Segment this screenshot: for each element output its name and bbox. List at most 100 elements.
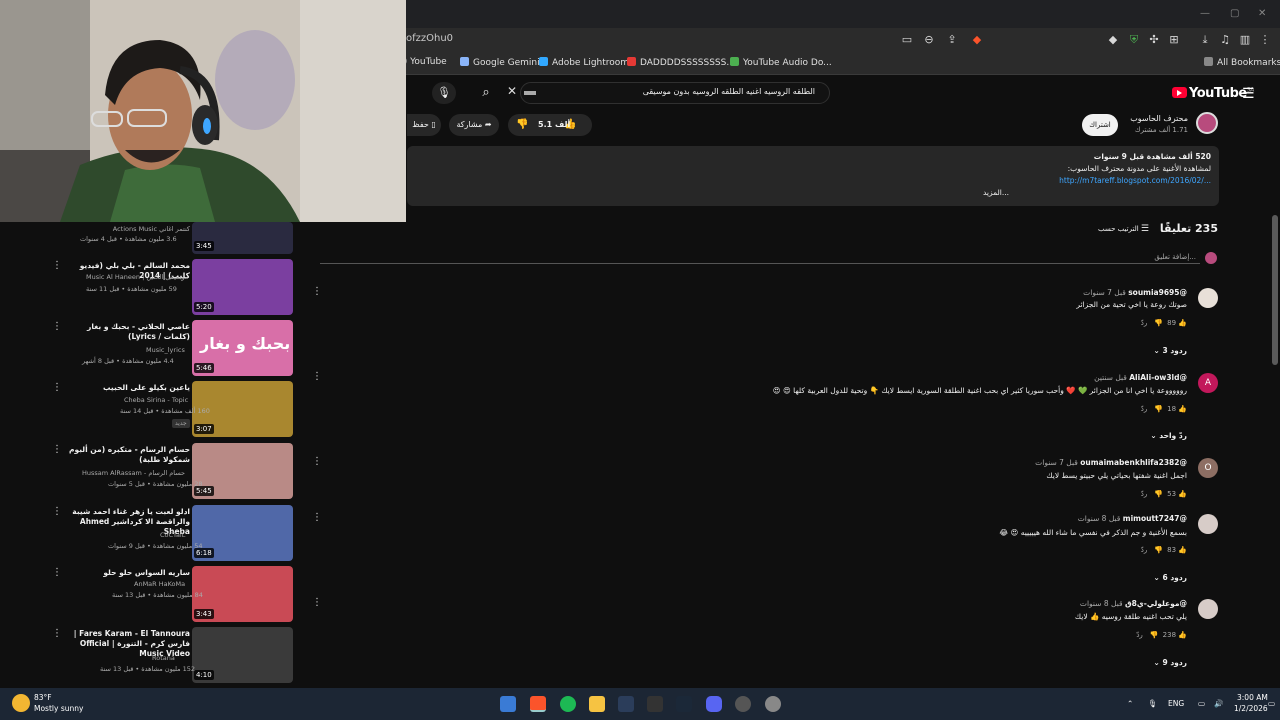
video-menu-icon[interactable]: ⋮	[52, 444, 62, 455]
file-explorer-icon[interactable]	[589, 696, 605, 712]
keyboard-icon[interactable]	[524, 91, 536, 95]
comment-like-icon[interactable]: 👍	[1178, 405, 1187, 413]
weather-sun-icon[interactable]	[12, 694, 30, 712]
comment-avatar[interactable]	[1198, 599, 1218, 619]
reply-button[interactable]: ردّ	[1141, 490, 1148, 498]
save-button[interactable]: حفظ ▯	[407, 114, 441, 136]
page-scrollbar[interactable]	[1272, 215, 1278, 365]
video-channel[interactable]: Cheba Sirina - Topic	[124, 396, 188, 404]
comment-dislike-icon[interactable]: 👎	[1154, 546, 1163, 554]
video-thumbnail[interactable]: 3:45	[192, 222, 293, 254]
comment-menu-icon[interactable]: ⋮	[312, 512, 322, 523]
description-link[interactable]: http://m7tareff.blogspot.com/2016/02/...	[1059, 176, 1211, 185]
dislike-icon[interactable]: 👎	[516, 114, 528, 136]
comment-author[interactable]: @oumaimabenkhlifa2382	[1080, 458, 1187, 467]
comment-avatar[interactable]: O	[1198, 458, 1218, 478]
tray-mic-icon[interactable]: 🎙	[1148, 699, 1158, 708]
settings-gear-icon[interactable]	[765, 696, 781, 712]
share-page-icon[interactable]: ⇪	[945, 33, 959, 47]
search-box[interactable]: الطلقه الروسيه اغنيه الطلقه الروسيه بدون…	[520, 82, 830, 104]
reply-button[interactable]: ردّ	[1136, 631, 1143, 639]
video-thumbnail[interactable]: 5:45	[192, 443, 293, 499]
video-channel[interactable]: AnMaR HaKoMa	[134, 580, 185, 588]
description-box[interactable]: 520 ألف مشاهدة قبل 9 سنوات لمشاهدة الأغن…	[407, 146, 1219, 206]
video-menu-icon[interactable]: ⋮	[52, 321, 62, 332]
channel-avatar[interactable]	[1196, 112, 1218, 134]
video-channel[interactable]: موسيقى الحنين | Music Al Haneen	[86, 273, 188, 281]
video-thumbnail[interactable]: 3:43	[192, 566, 293, 622]
bookmark-audio[interactable]: YouTube Audio Do...	[730, 57, 832, 68]
comment-menu-icon[interactable]: ⋮	[312, 371, 322, 382]
notifications-icon[interactable]: ▭	[1268, 699, 1275, 708]
video-menu-icon[interactable]: ⋮	[52, 382, 62, 393]
address-bar-url[interactable]: ofzzOhu0	[406, 33, 453, 44]
video-title[interactable]: ساريه السواس حلو حلو	[60, 568, 190, 578]
minimize-icon[interactable]: —	[1200, 8, 1210, 19]
video-thumbnail[interactable]: 6:18	[192, 505, 293, 561]
comment-avatar[interactable]	[1198, 514, 1218, 534]
guide-menu-icon[interactable]: ☰	[1242, 86, 1255, 102]
bookmark-gemini[interactable]: Google Gemini	[460, 57, 540, 68]
volume-icon[interactable]: 🔊	[1214, 699, 1223, 708]
video-thumbnail[interactable]: 5:20	[192, 259, 293, 315]
video-title[interactable]: عاصي الحلاني - بحبك و بغار (كلمات / Lyri…	[60, 322, 190, 342]
comment-dislike-icon[interactable]: 👎	[1154, 319, 1163, 327]
reply-button[interactable]: ردّ	[1141, 405, 1148, 413]
video-menu-icon[interactable]: ⋮	[52, 260, 62, 271]
subscribe-button[interactable]: اشتراك	[1082, 114, 1118, 136]
comment-menu-icon[interactable]: ⋮	[312, 286, 322, 297]
video-menu-icon[interactable]: ⋮	[52, 506, 62, 517]
comment-avatar[interactable]: A	[1198, 373, 1218, 393]
video-channel[interactable]: حسام الرسام - Hussam AlRassam	[82, 469, 185, 477]
video-menu-icon[interactable]: ⋮	[52, 628, 62, 639]
tab-search-icon[interactable]: ⊞	[1167, 33, 1181, 47]
comment-author[interactable]: @soumia9695	[1128, 288, 1187, 297]
davinci-resolve-icon[interactable]	[618, 696, 634, 712]
search-input[interactable]: الطلقه الروسيه اغنيه الطلقه الروسيه بدون…	[643, 87, 815, 96]
bookmark-lightroom[interactable]: Adobe Lightroom	[539, 57, 629, 68]
weather-temp[interactable]: 83°F	[34, 693, 52, 702]
comment-time[interactable]: قبل سنتين	[1094, 373, 1127, 382]
video-channel[interactable]: CoCTaiL	[160, 531, 185, 539]
spotify-app-icon[interactable]	[560, 696, 576, 712]
start-icon[interactable]	[500, 696, 516, 712]
comment-time[interactable]: قبل 8 سنوات	[1080, 599, 1123, 608]
clear-search-icon[interactable]: ✕	[507, 84, 517, 98]
search-button[interactable]: ⌕	[472, 82, 500, 104]
comment-dislike-icon[interactable]: 👎	[1154, 405, 1163, 413]
sidebar-toggle-icon[interactable]: ▥	[1238, 33, 1252, 47]
comment-like-icon[interactable]: 👍	[1178, 631, 1187, 639]
maximize-icon[interactable]: ▢	[1230, 8, 1239, 19]
video-title[interactable]: ياعين بكيلو على الحبيب	[60, 383, 190, 393]
menu-icon[interactable]: ⋮	[1258, 33, 1272, 47]
video-channel[interactable]: Music_lyrics	[146, 346, 185, 354]
show-more-link[interactable]: ...المزيد	[983, 188, 1009, 197]
reply-button[interactable]: ردّ	[1141, 319, 1148, 327]
video-menu-icon[interactable]: ⋮	[52, 567, 62, 578]
download-icon[interactable]: ⤓	[1198, 33, 1212, 47]
input-language[interactable]: ENG	[1168, 699, 1184, 708]
all-bookmarks[interactable]: All Bookmarks	[1204, 57, 1280, 68]
weather-desc[interactable]: Mostly sunny	[34, 704, 83, 713]
discord-icon[interactable]	[706, 696, 722, 712]
share-button[interactable]: مشاركة ➦	[449, 114, 499, 136]
epic-games-icon[interactable]	[647, 696, 663, 712]
steam-icon[interactable]	[676, 696, 692, 712]
puzzle-icon[interactable]: ✣	[1147, 33, 1161, 47]
view-replies-button[interactable]: ⌄ 9 ردود	[1154, 658, 1187, 667]
tray-chevron-up-icon[interactable]: ⌃	[1127, 699, 1133, 708]
clock-date[interactable]: 1/2/2026	[1234, 704, 1268, 713]
bookmark-dadd[interactable]: DADDDDSSSSSSSS...	[627, 57, 735, 68]
video-title[interactable]: كنتمر اغاني Actions Music	[100, 224, 190, 234]
brave-shields-icon[interactable]: ◆	[970, 33, 984, 47]
view-replies-button[interactable]: ⌄ 6 ردود	[1154, 573, 1187, 582]
comment-author[interactable]: @AliAli-ow3ld	[1129, 373, 1187, 382]
comment-menu-icon[interactable]: ⋮	[312, 456, 322, 467]
comment-dislike-icon[interactable]: 👎	[1154, 490, 1163, 498]
video-channel[interactable]: Rotana	[152, 654, 175, 662]
comment-menu-icon[interactable]: ⋮	[312, 597, 322, 608]
media-icon[interactable]: ♫	[1218, 33, 1232, 47]
channel-name[interactable]: محترف الحاسوب	[1130, 114, 1188, 123]
comment-author[interactable]: @mimoutt7247	[1123, 514, 1187, 523]
zoom-icon[interactable]: ⊖	[922, 33, 936, 47]
